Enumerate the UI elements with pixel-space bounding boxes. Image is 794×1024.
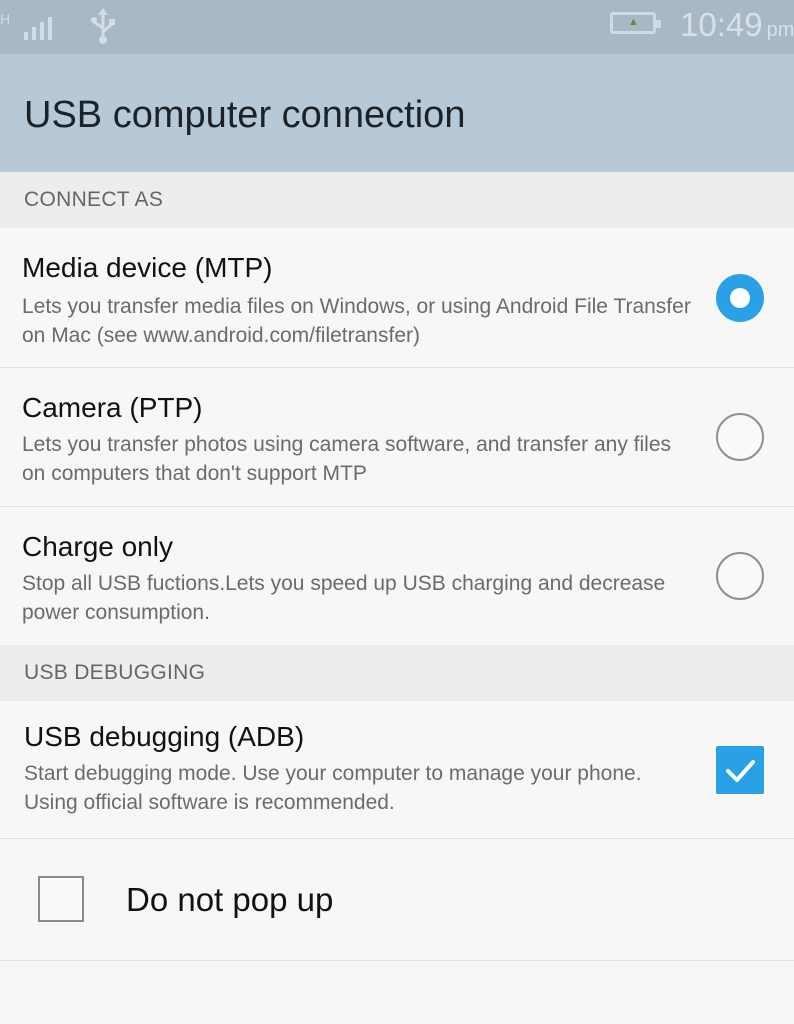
section-header-connect-as: CONNECT AS bbox=[0, 172, 794, 228]
option-camera-ptp[interactable]: Camera (PTP) Lets you transfer photos us… bbox=[0, 368, 794, 507]
option-title: Camera (PTP) bbox=[22, 392, 203, 423]
radio-button[interactable] bbox=[716, 552, 764, 600]
option-description: Lets you transfer media files on Windows… bbox=[22, 295, 691, 347]
do-not-pop-up-checkbox[interactable] bbox=[38, 876, 84, 922]
checkmark-icon bbox=[726, 760, 755, 782]
battery-charging-icon: ▲ bbox=[610, 12, 661, 34]
do-not-pop-up-row[interactable]: Do not pop up bbox=[0, 839, 794, 961]
section-header-label: CONNECT AS bbox=[24, 188, 164, 211]
option-title: USB debugging (ADB) bbox=[24, 721, 305, 752]
radio-button[interactable] bbox=[716, 413, 764, 461]
option-title: Charge only bbox=[22, 531, 173, 562]
clock-ampm: pm bbox=[766, 19, 794, 41]
page-title: USB computer connection bbox=[24, 94, 466, 136]
app-bar: USB computer connection bbox=[0, 54, 794, 172]
option-charge-only[interactable]: Charge only Stop all USB fuctions.Lets y… bbox=[0, 507, 794, 645]
option-usb-debugging[interactable]: USB debugging (ADB) Start debugging mode… bbox=[0, 701, 794, 839]
usb-debugging-checkbox[interactable] bbox=[716, 746, 764, 794]
section-header-usb-debugging: USB DEBUGGING bbox=[0, 645, 794, 701]
status-bar: H ▲ 10:49 pm bbox=[0, 0, 794, 54]
option-description: Stop all USB fuctions.Lets you speed up … bbox=[22, 572, 666, 624]
option-title: Media device (MTP) bbox=[22, 252, 273, 283]
usb-icon bbox=[88, 8, 118, 49]
clock: 10:49 pm bbox=[680, 6, 794, 44]
svg-text:H: H bbox=[0, 11, 10, 27]
do-not-pop-up-label: Do not pop up bbox=[126, 881, 334, 918]
option-description: Start debugging mode. Use your computer … bbox=[24, 762, 642, 814]
option-media-device-mtp[interactable]: Media device (MTP) Lets you transfer med… bbox=[0, 228, 794, 368]
clock-time: 10:49 bbox=[680, 6, 763, 43]
radio-button-selected[interactable] bbox=[716, 274, 764, 322]
section-header-label: USB DEBUGGING bbox=[24, 661, 206, 684]
option-description: Lets you transfer photos using camera so… bbox=[22, 433, 672, 485]
signal-icon: H bbox=[0, 10, 64, 50]
